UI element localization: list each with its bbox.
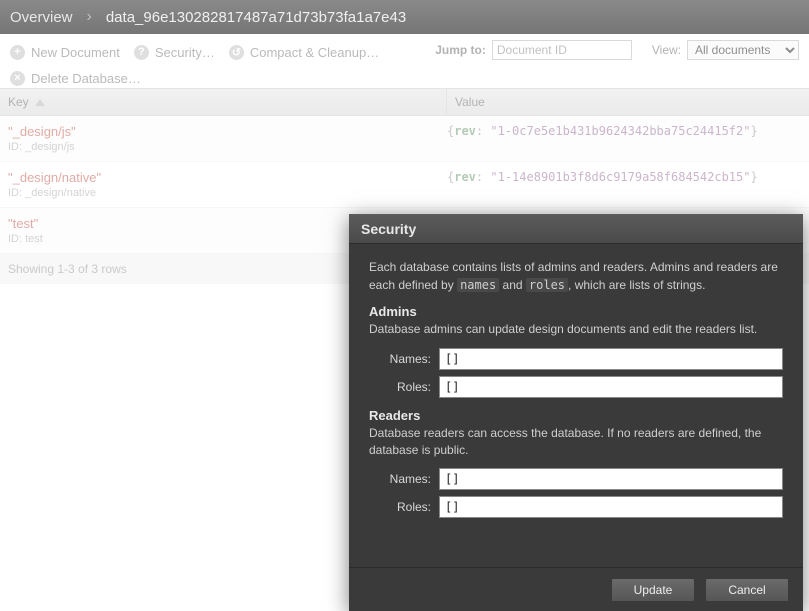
code-names: names <box>457 278 499 292</box>
breadcrumb-dbname: data_96e130282817487a71d73b73fa1a7e43 <box>106 9 406 26</box>
admins-desc: Database admins can update design docume… <box>369 321 783 338</box>
breadcrumb-overview[interactable]: Overview <box>10 9 73 26</box>
delete-database-label: Delete Database… <box>31 71 141 86</box>
dialog-intro: Each database contains lists of admins a… <box>369 258 783 294</box>
delete-database-button[interactable]: × Delete Database… <box>10 71 141 86</box>
admins-heading: Admins <box>369 304 783 319</box>
compact-icon: ↺ <box>229 45 244 60</box>
jump-view-bar: Jump to: View: All documents <box>435 40 799 60</box>
update-button[interactable]: Update <box>611 578 695 602</box>
chevron-right-icon: › <box>87 8 92 26</box>
view-label: View: <box>652 43 681 57</box>
view-select[interactable]: All documents <box>687 40 799 60</box>
doc-value: {rev: "1-0c7e5e1b431b9624342bba75c24415f… <box>447 124 801 153</box>
question-icon: ? <box>134 45 149 60</box>
new-document-button[interactable]: + New Document <box>10 45 120 60</box>
readers-heading: Readers <box>369 408 783 423</box>
security-label: Security… <box>155 45 215 60</box>
new-document-label: New Document <box>31 45 120 60</box>
doc-id: ID: _design/native <box>8 187 447 199</box>
close-icon: × <box>10 71 25 86</box>
doc-key: "_design/js" <box>8 124 447 139</box>
compact-label: Compact & Cleanup… <box>250 45 379 60</box>
sort-asc-icon <box>35 99 45 106</box>
readers-roles-input[interactable] <box>439 496 783 518</box>
doc-id: ID: _design/js <box>8 141 447 153</box>
admins-roles-label: Roles: <box>369 380 431 394</box>
doc-value: {rev: "1-14e8901b3f8d6c9179a58f684542cb1… <box>447 170 801 199</box>
dialog-title: Security <box>349 214 803 244</box>
plus-icon: + <box>10 45 25 60</box>
admins-names-label: Names: <box>369 352 431 366</box>
admins-roles-input[interactable] <box>439 376 783 398</box>
table-row[interactable]: "_design/js" ID: _design/js {rev: "1-0c7… <box>0 116 809 162</box>
toolbar: + New Document ? Security… ↺ Compact & C… <box>0 34 809 88</box>
readers-names-input[interactable] <box>439 468 783 490</box>
readers-desc: Database readers can access the database… <box>369 425 783 459</box>
jump-to-input[interactable] <box>492 40 632 60</box>
table-header: Key Value <box>0 88 809 116</box>
dialog-body: Each database contains lists of admins a… <box>349 244 803 567</box>
table-row[interactable]: "_design/native" ID: _design/native {rev… <box>0 162 809 208</box>
jump-to-label: Jump to: <box>435 43 486 57</box>
column-header-key-label: Key <box>8 95 29 109</box>
readers-names-label: Names: <box>369 472 431 486</box>
column-header-value[interactable]: Value <box>447 89 809 115</box>
column-header-key[interactable]: Key <box>0 89 447 115</box>
doc-key: "_design/native" <box>8 170 447 185</box>
security-dialog: Security Each database contains lists of… <box>349 214 803 611</box>
compact-button[interactable]: ↺ Compact & Cleanup… <box>229 45 379 60</box>
cancel-button[interactable]: Cancel <box>705 578 789 602</box>
breadcrumb: Overview › data_96e130282817487a71d73b73… <box>0 0 809 34</box>
dialog-buttons: Update Cancel <box>349 567 803 611</box>
code-roles: roles <box>526 278 568 292</box>
readers-roles-label: Roles: <box>369 500 431 514</box>
admins-names-input[interactable] <box>439 348 783 370</box>
security-button[interactable]: ? Security… <box>134 45 215 60</box>
